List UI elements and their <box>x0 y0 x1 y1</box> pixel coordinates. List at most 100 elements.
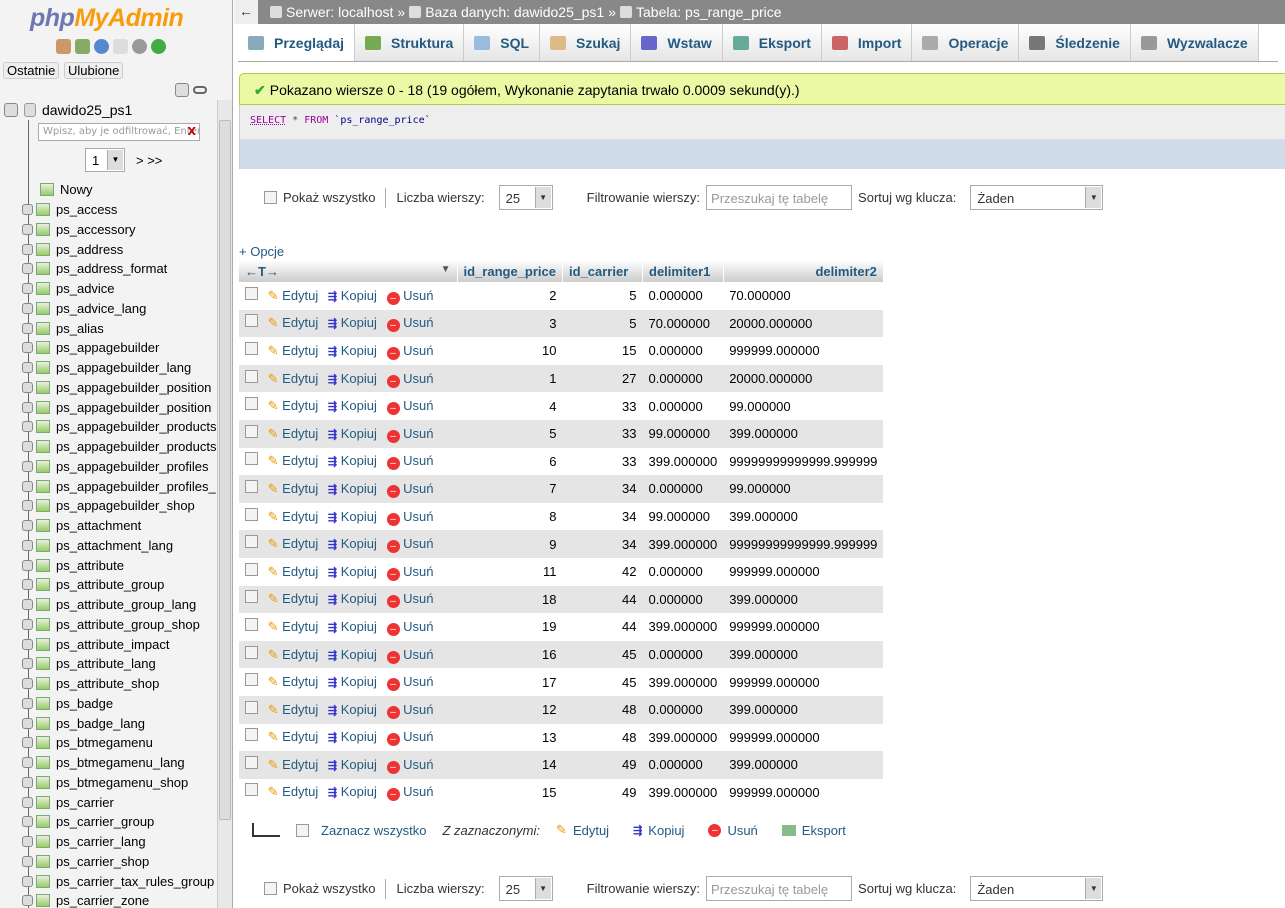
home-icon[interactable] <box>56 39 71 54</box>
cell[interactable]: 45 <box>563 668 643 696</box>
cell[interactable]: 99.000000 <box>723 392 883 420</box>
table-filter-input[interactable]: Wpisz, aby je odfiltrować, Enter, aX <box>38 123 200 141</box>
sidebar-table-item[interactable]: ps_alias <box>22 318 216 338</box>
cell[interactable]: 399.000000 <box>723 503 883 531</box>
copy-link[interactable]: Kopiuj <box>341 757 377 772</box>
table-structure-icon[interactable] <box>36 696 50 710</box>
sidebar-table-item[interactable]: ps_btmegamenu_shop <box>22 773 216 793</box>
table-structure-icon[interactable] <box>36 400 50 414</box>
copy-link[interactable]: Kopiuj <box>341 729 377 744</box>
expand-icon[interactable] <box>22 520 33 532</box>
cell[interactable]: 16 <box>457 640 563 669</box>
cell[interactable]: 0.000000 <box>642 475 724 503</box>
column-header-id_range_price[interactable]: id_range_price <box>457 260 563 282</box>
copy-link[interactable]: Kopiuj <box>341 426 377 441</box>
table-structure-icon[interactable] <box>36 538 50 552</box>
tab-tracking[interactable]: Śledzenie <box>1019 24 1131 61</box>
cell[interactable]: 33 <box>563 448 643 476</box>
edit-link[interactable]: Edytuj <box>282 315 318 330</box>
sidebar-table-item[interactable]: ps_appagebuilder_profiles_ <box>22 476 216 496</box>
cell[interactable]: 99.000000 <box>723 475 884 503</box>
copy-link[interactable]: Kopiuj <box>341 453 377 468</box>
column-header-delimiter1[interactable]: delimiter1 <box>642 260 724 282</box>
expand-icon[interactable] <box>22 302 33 314</box>
column-header-delimiter2[interactable]: delimiter2 <box>723 260 884 282</box>
row-checkbox[interactable] <box>245 369 258 383</box>
sidebar-table-item[interactable]: ps_attachment <box>22 516 216 536</box>
delete-link[interactable]: Usuń <box>403 564 433 579</box>
expand-icon[interactable] <box>22 362 33 374</box>
cell[interactable]: 999999.000000 <box>723 558 883 586</box>
cell[interactable]: 0.000000 <box>642 640 724 669</box>
show-all-checkbox[interactable] <box>264 191 277 204</box>
cell[interactable]: 399.000000 <box>723 419 884 448</box>
collapse-icon[interactable] <box>4 103 18 117</box>
sort-key-select[interactable]: Żaden ▼ <box>970 876 1104 901</box>
delete-link[interactable]: Usuń <box>403 371 433 386</box>
edit-link[interactable]: Edytuj <box>282 729 318 744</box>
tab-browse[interactable]: Przeglądaj <box>238 24 356 61</box>
delete-link[interactable]: Usuń <box>403 288 433 303</box>
table-structure-icon[interactable] <box>36 222 50 236</box>
sidebar-table-item[interactable]: ps_appagebuilder <box>22 338 216 358</box>
edit-link[interactable]: Edytuj <box>282 426 318 441</box>
cell[interactable]: 42 <box>563 558 643 586</box>
sidebar-table-item[interactable]: ps_btmegamenu_lang <box>22 753 216 773</box>
table-structure-icon[interactable] <box>36 736 50 750</box>
table-structure-icon[interactable] <box>36 479 50 493</box>
edit-link[interactable]: Edytuj <box>282 343 318 358</box>
expand-icon[interactable] <box>22 776 33 788</box>
delete-link[interactable]: Usuń <box>403 757 433 772</box>
edit-link[interactable]: Edytuj <box>282 757 318 772</box>
sidebar-table-item[interactable]: ps_badge <box>22 694 216 714</box>
cell[interactable]: 13 <box>457 724 563 752</box>
cell[interactable]: 11 <box>457 558 563 586</box>
table-structure-icon[interactable] <box>36 420 50 434</box>
expand-icon[interactable] <box>22 638 33 650</box>
cell[interactable]: 999999.000000 <box>723 779 883 807</box>
row-checkbox[interactable] <box>245 479 258 493</box>
column-header-id_carrier[interactable]: id_carrier <box>562 260 643 282</box>
tab-import[interactable]: Import <box>821 24 913 61</box>
cell[interactable]: 4 <box>457 392 563 420</box>
edit-link[interactable]: Edytuj <box>282 536 318 551</box>
expand-icon[interactable] <box>22 243 33 255</box>
breadcrumb-database[interactable]: Baza danych: dawido25_ps1 <box>425 4 604 20</box>
table-structure-icon[interactable] <box>36 341 50 355</box>
expand-icon[interactable] <box>22 283 33 295</box>
copy-link[interactable]: Kopiuj <box>341 315 377 330</box>
expand-icon[interactable] <box>22 757 33 769</box>
edit-link[interactable]: Edytuj <box>282 619 318 634</box>
table-structure-icon[interactable] <box>36 637 50 651</box>
expand-icon[interactable] <box>22 480 33 492</box>
expand-icon[interactable] <box>22 342 33 354</box>
gear-icon[interactable] <box>132 39 147 54</box>
sidebar-table-item[interactable]: ps_attachment_lang <box>22 536 216 556</box>
cell[interactable]: 0.000000 <box>642 695 724 724</box>
edit-link[interactable]: Edytuj <box>282 481 318 496</box>
row-checkbox[interactable] <box>245 645 258 659</box>
expand-icon[interactable] <box>22 460 33 472</box>
delete-link[interactable]: Usuń <box>403 398 433 413</box>
sidebar-table-item[interactable]: ps_attribute_lang <box>22 654 216 674</box>
link-icon[interactable] <box>193 86 207 94</box>
cell[interactable]: 34 <box>562 475 643 503</box>
column-toggle[interactable]: ←T→ ▼ <box>239 260 458 282</box>
delete-link[interactable]: Usuń <box>403 453 433 468</box>
delete-link[interactable]: Usuń <box>403 702 433 717</box>
cell[interactable]: 12 <box>457 695 563 724</box>
cell[interactable]: 48 <box>562 695 643 724</box>
sidebar-table-item[interactable]: ps_btmegamenu <box>22 733 216 753</box>
row-checkbox[interactable] <box>245 562 258 576</box>
edit-link[interactable]: Edytuj <box>282 784 318 799</box>
table-structure-icon[interactable] <box>36 894 50 908</box>
edit-link[interactable]: Edytuj <box>282 288 318 303</box>
expand-icon[interactable] <box>22 658 33 670</box>
logout-icon[interactable] <box>75 39 90 54</box>
row-checkbox[interactable] <box>245 728 258 742</box>
table-structure-icon[interactable] <box>36 854 50 868</box>
expand-icon[interactable] <box>22 441 33 453</box>
edit-link[interactable]: Edytuj <box>282 674 318 689</box>
expand-icon[interactable] <box>22 737 33 749</box>
row-checkbox[interactable] <box>245 535 258 549</box>
